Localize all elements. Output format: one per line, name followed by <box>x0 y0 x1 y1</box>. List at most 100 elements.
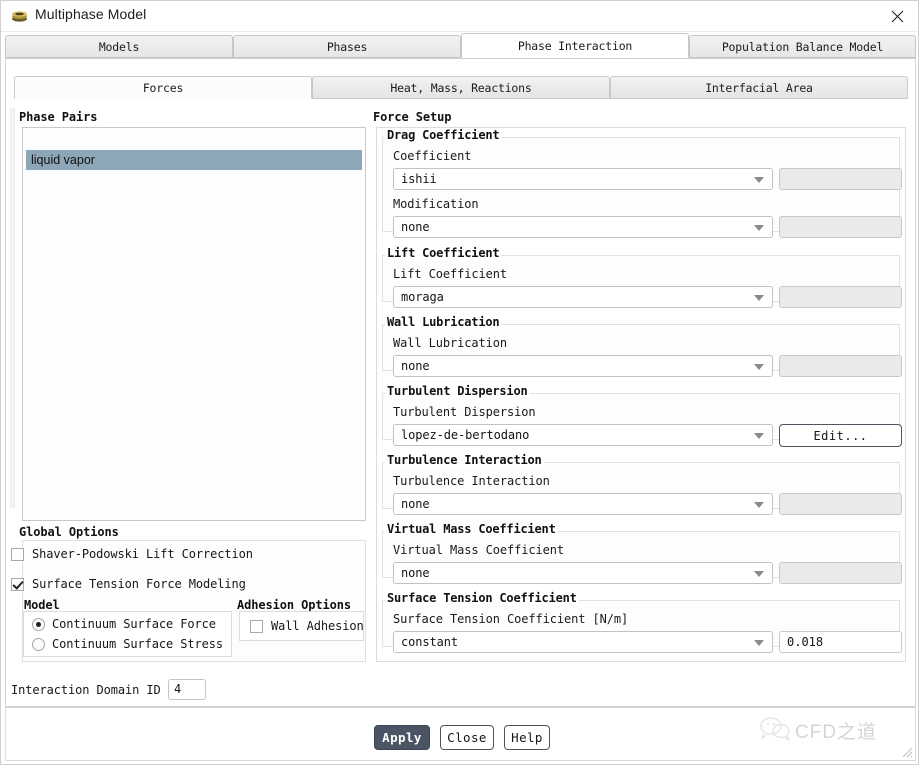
tab-population-balance-model[interactable]: Population Balance Model <box>689 35 916 58</box>
help-button[interactable]: Help <box>504 725 550 750</box>
sub-tab-strip: Forces Heat, Mass, Reactions Interfacial… <box>14 76 908 100</box>
label-surface-tension-coefficient: Surface Tension Coefficient [N/m] <box>393 612 629 626</box>
tab-models-label: Models <box>98 39 140 54</box>
modification-aux-field <box>779 216 902 238</box>
lift-coefficient-aux-field <box>779 286 902 308</box>
phase-pairs-title: Phase Pairs <box>19 110 98 124</box>
tab-forces[interactable]: Forces <box>14 76 312 99</box>
radio-continuum-surface-stress-label: Continuum Surface Stress <box>52 637 223 651</box>
adhesion-options-group: Wall Adhesion <box>239 611 364 641</box>
tab-heat-mass-reactions[interactable]: Heat, Mass, Reactions <box>312 76 610 99</box>
main-tab-strip: Models Phases Phase Interaction Populati… <box>5 33 916 59</box>
label-turbulence-interaction: Turbulence Interaction <box>393 474 550 488</box>
radio-selected-icon <box>32 617 45 631</box>
label-wall-lubrication: Wall Lubrication <box>393 336 507 350</box>
tab-phases[interactable]: Phases <box>233 35 461 58</box>
radio-continuum-surface-stress[interactable]: Continuum Surface Stress <box>32 637 223 651</box>
combo-turbulent-dispersion-value: lopez-de-bertodano <box>401 428 530 442</box>
section-lift-coefficient-title: Lift Coefficient <box>385 246 502 260</box>
combo-lift-coefficient[interactable]: moraga <box>393 286 773 308</box>
section-turbulence-interaction-title: Turbulence Interaction <box>385 453 544 467</box>
apply-button[interactable]: Apply <box>374 725 430 750</box>
checkbox-surface-tension-label: Surface Tension Force Modeling <box>32 577 246 591</box>
label-coefficient: Coefficient <box>393 149 472 163</box>
radio-continuum-surface-force-label: Continuum Surface Force <box>52 617 216 631</box>
close-button[interactable]: Close <box>440 725 494 750</box>
phase-pairs-list[interactable]: liquid vapor <box>22 127 366 521</box>
checkbox-shaver-podowski-lift-correction[interactable]: Shaver-Podowski Lift Correction <box>11 547 253 561</box>
apply-button-label: Apply <box>382 730 422 745</box>
combo-surface-tension-coefficient[interactable]: constant <box>393 631 773 653</box>
help-button-label: Help <box>511 730 543 745</box>
tab-phase-interaction[interactable]: Phase Interaction <box>461 33 689 58</box>
combo-modification-value: none <box>401 220 430 234</box>
combo-turbulent-dispersion[interactable]: lopez-de-bertodano <box>393 424 773 446</box>
close-icon[interactable] <box>874 1 918 31</box>
combo-virtual-mass-coefficient-value: none <box>401 566 430 580</box>
checkbox-icon <box>250 619 263 633</box>
tab-interfacial-area[interactable]: Interfacial Area <box>610 76 908 99</box>
section-surface-tension-coefficient-title: Surface Tension Coefficient <box>385 591 579 605</box>
adhesion-options-title: Adhesion Options <box>237 598 351 612</box>
combo-modification[interactable]: none <box>393 216 773 238</box>
label-virtual-mass-coefficient: Virtual Mass Coefficient <box>393 543 564 557</box>
resize-grip-icon[interactable] <box>900 745 913 758</box>
force-setup-panel: Drag Coefficient Coefficient ishii Modif… <box>376 127 906 662</box>
section-drag-coefficient-title: Drag Coefficient <box>385 128 502 142</box>
global-options-title: Global Options <box>19 525 119 539</box>
close-button-label: Close <box>447 730 487 745</box>
combo-coefficient-value: ishii <box>401 172 437 186</box>
combo-turbulence-interaction[interactable]: none <box>393 493 773 515</box>
stack-layers-icon <box>11 8 28 25</box>
chevron-down-icon <box>754 433 764 439</box>
chevron-down-icon <box>754 225 764 231</box>
tab-phase-interaction-label: Phase Interaction <box>517 38 633 53</box>
section-surface-tension-coefficient: Surface Tension Coefficient Surface Tens… <box>382 591 902 653</box>
chevron-down-icon <box>754 364 764 370</box>
interaction-domain-label: Interaction Domain ID <box>11 683 161 697</box>
content-scroll-edge[interactable] <box>10 108 15 508</box>
checkbox-wall-adhesion[interactable]: Wall Adhesion <box>250 619 364 633</box>
label-turbulent-dispersion: Turbulent Dispersion <box>393 405 536 419</box>
combo-wall-lubrication[interactable]: none <box>393 355 773 377</box>
section-virtual-mass-coefficient-title: Virtual Mass Coefficient <box>385 522 558 536</box>
tab-interfacial-area-label: Interfacial Area <box>705 80 813 95</box>
combo-virtual-mass-coefficient[interactable]: none <box>393 562 773 584</box>
combo-lift-coefficient-value: moraga <box>401 290 444 304</box>
tab-phases-label: Phases <box>326 39 368 54</box>
checkbox-wall-adhesion-label: Wall Adhesion <box>271 619 364 633</box>
model-group-title: Model <box>24 598 60 612</box>
checkbox-icon <box>11 547 24 561</box>
section-turbulence-interaction: Turbulence Interaction Turbulence Intera… <box>382 453 902 515</box>
interaction-domain-input[interactable]: 4 <box>168 679 206 700</box>
coefficient-aux-field <box>779 168 902 190</box>
tab-models[interactable]: Models <box>5 35 233 58</box>
model-radio-group: Continuum Surface Force Continuum Surfac… <box>23 611 232 657</box>
tab-forces-label: Forces <box>142 80 184 95</box>
combo-coefficient[interactable]: ishii <box>393 168 773 190</box>
window-title: Multiphase Model <box>35 6 147 22</box>
list-item[interactable]: liquid vapor <box>26 150 362 170</box>
chevron-down-icon <box>754 295 764 301</box>
label-lift-coefficient: Lift Coefficient <box>393 267 507 281</box>
combo-wall-lubrication-value: none <box>401 359 430 373</box>
checkbox-checked-icon <box>11 577 24 591</box>
tab-heat-mass-reactions-label: Heat, Mass, Reactions <box>390 80 532 95</box>
checkbox-shaver-podowski-label: Shaver-Podowski Lift Correction <box>32 547 253 561</box>
section-turbulent-dispersion-title: Turbulent Dispersion <box>385 384 530 398</box>
section-wall-lubrication: Wall Lubrication Wall Lubrication none <box>382 315 902 377</box>
radio-unselected-icon <box>32 637 45 651</box>
wall-lubrication-aux-field <box>779 355 902 377</box>
edit-turbulent-dispersion-button[interactable]: Edit... <box>779 424 902 447</box>
dialog-footer: Apply Close Help <box>5 707 916 761</box>
turbulence-interaction-aux-field <box>779 493 902 515</box>
edit-button-label: Edit... <box>813 428 868 443</box>
combo-surface-tension-coefficient-value: constant <box>401 635 458 649</box>
radio-continuum-surface-force[interactable]: Continuum Surface Force <box>32 617 216 631</box>
title-bar: Multiphase Model <box>1 1 918 32</box>
interaction-domain-value: 4 <box>174 682 182 696</box>
chevron-down-icon <box>754 177 764 183</box>
checkbox-surface-tension-force-modeling[interactable]: Surface Tension Force Modeling <box>11 577 246 591</box>
chevron-down-icon <box>754 502 764 508</box>
surface-tension-value-input[interactable]: 0.018 <box>779 631 902 653</box>
